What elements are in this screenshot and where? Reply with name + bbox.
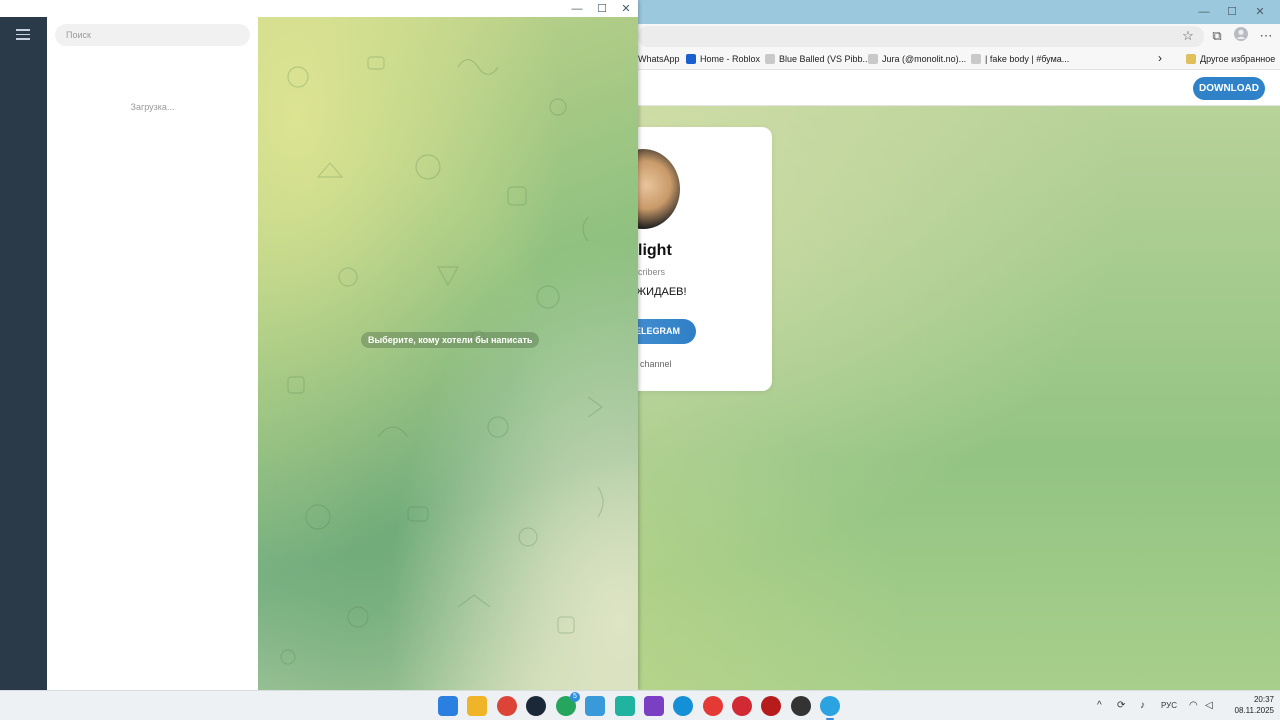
taskbar: 5 ^ ⟳ ♪ РУС ◠ ◁ 20:37 08.11.2025 bbox=[0, 690, 1280, 720]
app-red-icon[interactable] bbox=[761, 696, 781, 716]
wifi-icon[interactable]: ◠ bbox=[1189, 698, 1198, 714]
chrome-icon[interactable] bbox=[497, 696, 517, 716]
site-icon bbox=[868, 54, 878, 64]
telegram-close-button[interactable]: ✕ bbox=[612, 1, 638, 17]
address-bar[interactable] bbox=[638, 26, 1204, 47]
bookmark-jura[interactable]: Jura (@monolit.no)... bbox=[868, 51, 966, 67]
preview-channel-link[interactable]: channel bbox=[640, 359, 672, 369]
roblox-icon bbox=[686, 54, 696, 64]
folders-rail bbox=[0, 17, 47, 690]
site-icon bbox=[971, 54, 981, 64]
browser-minimize-button[interactable]: — bbox=[1190, 4, 1218, 20]
whatsapp-badge: 5 bbox=[570, 692, 580, 702]
bookmark-roblox[interactable]: Home - Roblox bbox=[686, 51, 760, 67]
star-icon[interactable]: ☆ bbox=[1178, 27, 1198, 45]
clock-date: 08.11.2025 bbox=[1234, 706, 1274, 715]
profile-avatar[interactable] bbox=[1231, 27, 1251, 46]
vpn-icon[interactable] bbox=[615, 696, 635, 716]
bookmark-blue-balled[interactable]: Blue Balled (VS Pibb... bbox=[765, 51, 870, 67]
sync-icon[interactable]: ⟳ bbox=[1117, 698, 1125, 714]
telegram-window: — ☐ ✕ Загрузка... Выберите, кому хотели … bbox=[0, 0, 638, 690]
telegram-icon[interactable] bbox=[820, 696, 840, 720]
opera-icon[interactable] bbox=[732, 696, 752, 716]
telegram-minimize-button[interactable]: — bbox=[563, 1, 591, 17]
extensions-icon[interactable]: ⧉ bbox=[1207, 27, 1227, 45]
other-bookmarks[interactable]: Другое избранное bbox=[1186, 51, 1275, 67]
folder-icon bbox=[1186, 54, 1196, 64]
clock-time: 20:37 bbox=[1253, 695, 1274, 704]
file-explorer-icon[interactable] bbox=[467, 696, 487, 716]
app-dark-icon[interactable] bbox=[791, 696, 811, 716]
channel-description: ЖИДАЕВ! bbox=[636, 286, 687, 298]
telegram-titlebar: — ☐ ✕ bbox=[0, 0, 638, 17]
more-options-icon[interactable]: ⋯ bbox=[1256, 27, 1276, 45]
chat-list-sidebar: Загрузка... bbox=[47, 17, 258, 690]
bookmark-fake-body[interactable]: | fake body | #бума... bbox=[971, 51, 1069, 67]
edge-icon[interactable] bbox=[673, 696, 693, 716]
chat-area: Выберите, кому хотели бы написать bbox=[258, 17, 638, 690]
bookmarks-more-chevron-icon[interactable]: › bbox=[1158, 50, 1162, 66]
app-purple-icon[interactable] bbox=[644, 696, 664, 716]
browser-close-button[interactable]: ✕ bbox=[1246, 4, 1274, 20]
volume-icon[interactable]: ◁ bbox=[1205, 698, 1213, 714]
tray-overflow-chevron-icon[interactable]: ^ bbox=[1097, 698, 1102, 714]
loading-text: Загрузка... bbox=[130, 102, 175, 112]
clock[interactable]: 20:37 08.11.2025 bbox=[1222, 694, 1274, 716]
yandex-icon[interactable] bbox=[703, 696, 723, 716]
site-icon bbox=[765, 54, 775, 64]
browser-maximize-button[interactable]: ☐ bbox=[1218, 4, 1246, 20]
steam-icon[interactable] bbox=[526, 696, 546, 716]
chat-background-pattern bbox=[280, 56, 604, 665]
search-input[interactable] bbox=[55, 24, 250, 46]
notepad-icon[interactable] bbox=[585, 696, 605, 716]
bookmark-whatsapp[interactable]: WhatsApp bbox=[638, 51, 680, 67]
whatsapp-icon[interactable]: 5 bbox=[556, 692, 580, 716]
download-button[interactable]: DOWNLOAD bbox=[1193, 77, 1265, 100]
empty-chat-hint: Выберите, кому хотели бы написать bbox=[361, 332, 540, 348]
start-icon[interactable] bbox=[438, 696, 458, 716]
channel-title: light bbox=[638, 242, 672, 259]
language-indicator[interactable]: РУС bbox=[1161, 698, 1177, 714]
hamburger-menu-icon[interactable] bbox=[16, 29, 30, 40]
microphone-icon[interactable]: ♪ bbox=[1140, 698, 1145, 714]
channel-subscribers: cribers bbox=[638, 267, 666, 277]
